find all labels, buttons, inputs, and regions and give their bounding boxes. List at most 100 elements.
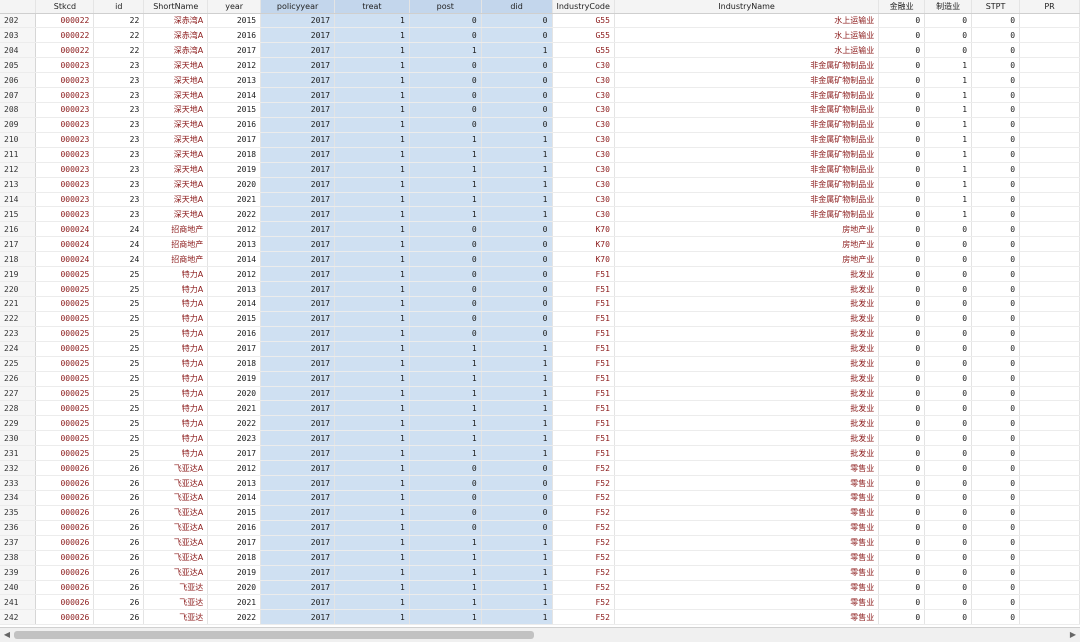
table-row[interactable]: 202 000022 22 深赤湾A 2015 2017 1 0 0 G55 水上运输业 0 0 0	[0, 13, 1080, 29]
policyyear-cell[interactable]: 2017	[260, 400, 336, 417]
did-cell[interactable]: 0	[481, 520, 553, 536]
id-cell[interactable]: 25	[93, 296, 145, 312]
stkcd-cell[interactable]: 000025	[35, 326, 95, 342]
did-cell[interactable]: 1	[481, 192, 553, 208]
shortname-cell[interactable]: 深天地A	[143, 102, 209, 118]
policyyear-cell[interactable]: 2017	[260, 162, 336, 178]
stpt-cell[interactable]: 0	[971, 311, 1021, 327]
finance-cell[interactable]: 0	[878, 371, 926, 387]
row-number[interactable]: 209	[0, 117, 37, 133]
industryname-cell[interactable]: 房地产业	[614, 221, 880, 238]
stpt-cell[interactable]: 0	[971, 356, 1021, 372]
id-cell[interactable]: 25	[93, 415, 145, 432]
treat-cell[interactable]: 1	[334, 236, 410, 253]
year-cell[interactable]: 2018	[207, 550, 262, 566]
stpt-cell[interactable]: 0	[971, 445, 1021, 462]
table-row[interactable]: 203 000022 22 深赤湾A 2016 2017 1 0 0 G55 水上运输业 0 0 0	[0, 27, 1080, 44]
horizontal-scrollbar[interactable]: ◀ ▶	[0, 627, 1080, 642]
shortname-cell[interactable]: 深天地A	[143, 117, 209, 133]
finance-cell[interactable]: 0	[878, 251, 926, 268]
industrycode-cell[interactable]: F52	[552, 550, 615, 566]
row-number[interactable]: 204	[0, 42, 37, 59]
table-row[interactable]: 204 000022 22 深赤湾A 2017 2017 1 1 1 G55 水上运输业 0 0 0	[0, 42, 1080, 59]
post-cell[interactable]: 1	[409, 594, 482, 611]
table-row[interactable]: 234 000026 26 飞亚达A 2014 2017 1 0 0 F52 零售业 0 0 0	[0, 490, 1080, 506]
table-row[interactable]: 210 000023 23 深天地A 2017 2017 1 1 1 C30 非金属矿物制品业 0 1 0	[0, 132, 1080, 148]
year-cell[interactable]: 2012	[207, 460, 262, 477]
shortname-cell[interactable]: 飞亚达	[143, 594, 209, 611]
treat-cell[interactable]: 1	[334, 72, 410, 89]
manufacturing-cell[interactable]: 0	[924, 221, 973, 238]
stkcd-cell[interactable]: 000023	[35, 117, 95, 133]
stpt-cell[interactable]: 0	[971, 535, 1021, 551]
treat-cell[interactable]: 1	[334, 580, 410, 596]
post-cell[interactable]: 0	[409, 475, 482, 491]
row-number[interactable]: 202	[0, 13, 37, 29]
manufacturing-cell[interactable]: 0	[924, 251, 973, 268]
manufacturing-cell[interactable]: 0	[924, 475, 973, 491]
policyyear-cell[interactable]: 2017	[260, 13, 336, 29]
manufacturing-cell[interactable]: 0	[924, 594, 973, 611]
industrycode-cell[interactable]: G55	[552, 42, 615, 59]
treat-cell[interactable]: 1	[334, 311, 410, 327]
policyyear-cell[interactable]: 2017	[260, 221, 336, 238]
id-cell[interactable]: 25	[93, 326, 145, 342]
industryname-cell[interactable]: 批发业	[614, 296, 880, 312]
row-number[interactable]: 213	[0, 177, 37, 193]
treat-cell[interactable]: 1	[334, 490, 410, 506]
table-row[interactable]: 227 000025 25 特力A 2020 2017 1 1 1 F51 批发业 0 0 0	[0, 386, 1080, 402]
industryname-cell[interactable]: 水上运输业	[614, 13, 880, 29]
stkcd-cell[interactable]: 000026	[35, 609, 95, 626]
industryname-cell[interactable]: 非金属矿物制品业	[614, 206, 880, 223]
finance-cell[interactable]: 0	[878, 177, 926, 193]
stkcd-cell[interactable]: 000025	[35, 371, 95, 387]
stkcd-cell[interactable]: 000025	[35, 356, 95, 372]
treat-cell[interactable]: 1	[334, 192, 410, 208]
finance-cell[interactable]: 0	[878, 400, 926, 417]
industrycode-cell[interactable]: G55	[552, 13, 615, 29]
post-cell[interactable]: 0	[409, 505, 482, 521]
policyyear-cell[interactable]: 2017	[260, 27, 336, 44]
stkcd-cell[interactable]: 000025	[35, 445, 95, 462]
table-row[interactable]: 223 000025 25 特力A 2016 2017 1 0 0 F51 批发业 0 0 0	[0, 326, 1080, 342]
treat-cell[interactable]: 1	[334, 117, 410, 133]
year-cell[interactable]: 2012	[207, 57, 262, 74]
treat-cell[interactable]: 1	[334, 475, 410, 491]
post-cell[interactable]: 1	[409, 535, 482, 551]
finance-cell[interactable]: 0	[878, 535, 926, 551]
year-cell[interactable]: 2017	[207, 341, 262, 357]
shortname-cell[interactable]: 深赤湾A	[143, 27, 209, 44]
manufacturing-cell[interactable]: 0	[924, 565, 973, 581]
industryname-cell[interactable]: 零售业	[614, 609, 880, 626]
industryname-cell[interactable]: 批发业	[614, 415, 880, 432]
industryname-cell[interactable]: 零售业	[614, 535, 880, 551]
finance-cell[interactable]: 0	[878, 192, 926, 208]
industryname-cell[interactable]: 批发业	[614, 326, 880, 342]
stpt-cell[interactable]: 0	[971, 206, 1021, 223]
year-cell[interactable]: 2020	[207, 386, 262, 402]
id-cell[interactable]: 26	[93, 580, 145, 596]
stkcd-cell[interactable]: 000023	[35, 102, 95, 118]
manufacturing-cell[interactable]: 1	[924, 177, 973, 193]
stkcd-cell[interactable]: 000023	[35, 57, 95, 74]
treat-cell[interactable]: 1	[334, 13, 410, 29]
stkcd-cell[interactable]: 000023	[35, 132, 95, 148]
policyyear-cell[interactable]: 2017	[260, 609, 336, 626]
table-row[interactable]: 212 000023 23 深天地A 2019 2017 1 1 1 C30 非金属矿物制品业 0 1 0	[0, 162, 1080, 178]
stpt-cell[interactable]: 0	[971, 580, 1021, 596]
triangle-right-icon[interactable]: ▶	[1066, 628, 1080, 642]
post-cell[interactable]: 1	[409, 415, 482, 432]
post-cell[interactable]: 0	[409, 251, 482, 268]
industrycode-cell[interactable]: F51	[552, 311, 615, 327]
shortname-cell[interactable]: 深天地A	[143, 72, 209, 89]
policyyear-cell[interactable]: 2017	[260, 460, 336, 477]
row-number[interactable]: 210	[0, 132, 37, 148]
stpt-cell[interactable]: 0	[971, 221, 1021, 238]
shortname-cell[interactable]: 特力A	[143, 430, 209, 447]
table-row[interactable]: 217 000024 24 招商地产 2013 2017 1 0 0 K70 房地产业 0 0 0	[0, 236, 1080, 253]
shortname-cell[interactable]: 招商地产	[143, 221, 209, 238]
stkcd-cell[interactable]: 000026	[35, 594, 95, 611]
shortname-cell[interactable]: 飞亚达A	[143, 535, 209, 551]
pr-cell[interactable]	[1019, 490, 1080, 506]
finance-cell[interactable]: 0	[878, 117, 926, 133]
